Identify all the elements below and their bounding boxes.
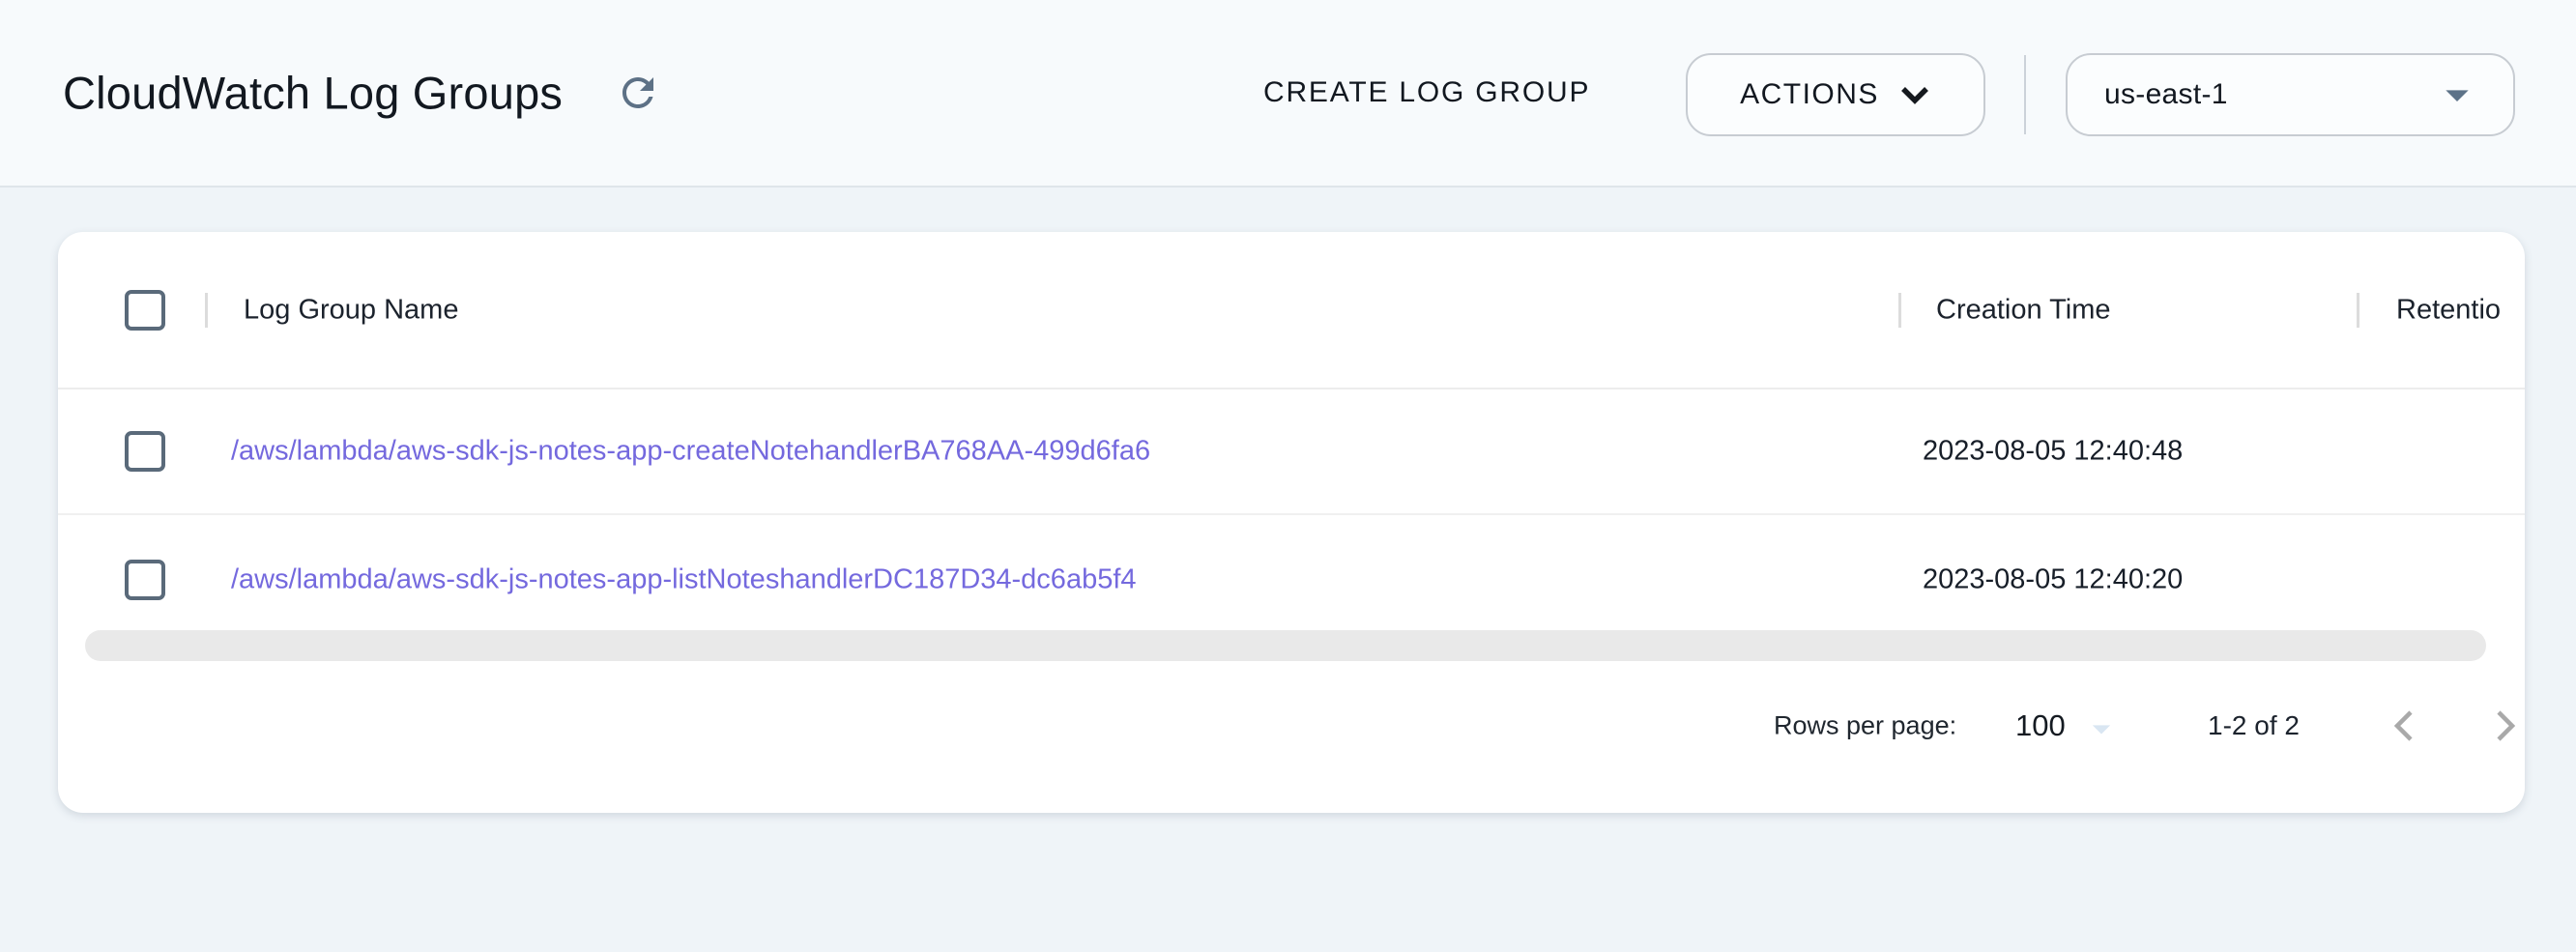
column-header-creation-time[interactable]: Creation Time: [1936, 294, 2111, 326]
select-all-checkbox[interactable]: [125, 290, 165, 331]
column-separator: [2357, 293, 2359, 328]
column-separator: [205, 293, 208, 328]
rows-per-page-arrow-icon: [2080, 707, 2123, 750]
row-checkbox[interactable]: [125, 431, 165, 472]
row-checkbox[interactable]: [125, 560, 165, 600]
table-header-row: Log Group Name Creation Time Retentio: [58, 232, 2525, 389]
rows-per-page-label: Rows per page:: [1774, 711, 1956, 741]
page-title: CloudWatch Log Groups: [63, 67, 563, 120]
creation-time-cell: 2023-08-05 12:40:20: [1923, 564, 2183, 596]
rows-per-page-select[interactable]: 100: [2015, 708, 2066, 743]
table-row: /aws/lambda/aws-sdk-js-notes-app-createN…: [58, 389, 2525, 515]
log-group-link[interactable]: /aws/lambda/aws-sdk-js-notes-app-listNot…: [231, 564, 1137, 596]
dropdown-arrow-icon: [2430, 68, 2484, 122]
column-header-log-group-name[interactable]: Log Group Name: [244, 294, 458, 326]
refresh-button[interactable]: [611, 66, 665, 120]
header-divider: [2024, 55, 2026, 134]
horizontal-scrollbar-thumb[interactable]: [85, 630, 2486, 661]
chevron-left-icon: [2387, 706, 2421, 746]
actions-button-label: ACTIONS: [1740, 78, 1879, 111]
column-header-retention[interactable]: Retentio: [2396, 294, 2501, 326]
region-selector-value: us-east-1: [2104, 78, 2228, 111]
cloudwatch-log-groups-page: CloudWatch Log Groups CREATE LOG GROUP A…: [0, 0, 2576, 952]
table-row: /aws/lambda/aws-sdk-js-notes-app-listNot…: [58, 517, 2525, 643]
previous-page-button[interactable]: [2377, 699, 2431, 753]
app-header: CloudWatch Log Groups CREATE LOG GROUP A…: [0, 0, 2576, 188]
page-range-label: 1-2 of 2: [2208, 710, 2300, 741]
region-selector[interactable]: us-east-1: [2066, 53, 2515, 136]
chevron-right-icon: [2488, 706, 2523, 746]
actions-button[interactable]: ACTIONS: [1686, 53, 1985, 136]
log-groups-card: Log Group Name Creation Time Retentio /a…: [58, 232, 2525, 813]
refresh-icon: [615, 70, 661, 116]
chevron-down-icon: [1898, 81, 1931, 108]
creation-time-cell: 2023-08-05 12:40:48: [1923, 436, 2183, 468]
next-page-button[interactable]: [2478, 699, 2525, 753]
log-group-link[interactable]: /aws/lambda/aws-sdk-js-notes-app-createN…: [231, 436, 1150, 468]
pagination-bar: Rows per page: 100 1-2 of 2: [58, 661, 2525, 791]
column-separator: [1898, 293, 1901, 328]
create-log-group-button[interactable]: CREATE LOG GROUP: [1263, 0, 1590, 186]
